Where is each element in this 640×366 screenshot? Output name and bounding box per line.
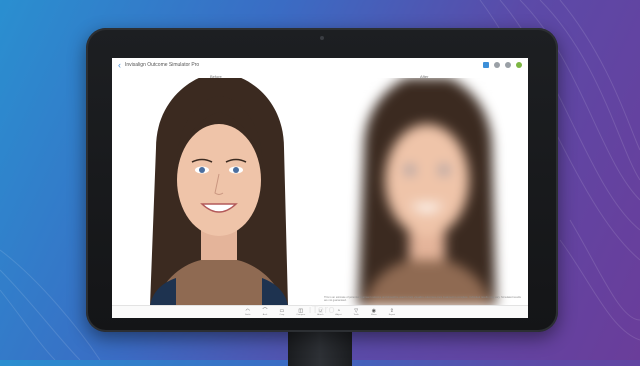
app-topbar: ‹ Invisalign Outcome Simulator Pro	[112, 58, 528, 72]
app-title: Invisalign Outcome Simulator Pro	[125, 62, 200, 68]
after-photo	[324, 78, 528, 306]
itero-device: ‹ Invisalign Outcome Simulator Pro Befor…	[86, 28, 558, 332]
power-icon[interactable]	[516, 62, 522, 68]
camera-lens	[320, 36, 324, 40]
topbar-icons	[483, 62, 522, 68]
info-icon[interactable]	[494, 62, 500, 68]
back-button[interactable]: ‹	[118, 60, 121, 70]
brand-logo: iTero	[308, 304, 336, 316]
settings-icon[interactable]	[505, 62, 511, 68]
device-stand	[288, 326, 352, 366]
disclaimer-text: This is an estimate of potential treatme…	[324, 296, 521, 303]
camera-icon[interactable]	[483, 62, 489, 68]
screen: ‹ Invisalign Outcome Simulator Pro Befor…	[112, 58, 528, 318]
before-photo	[116, 78, 322, 306]
